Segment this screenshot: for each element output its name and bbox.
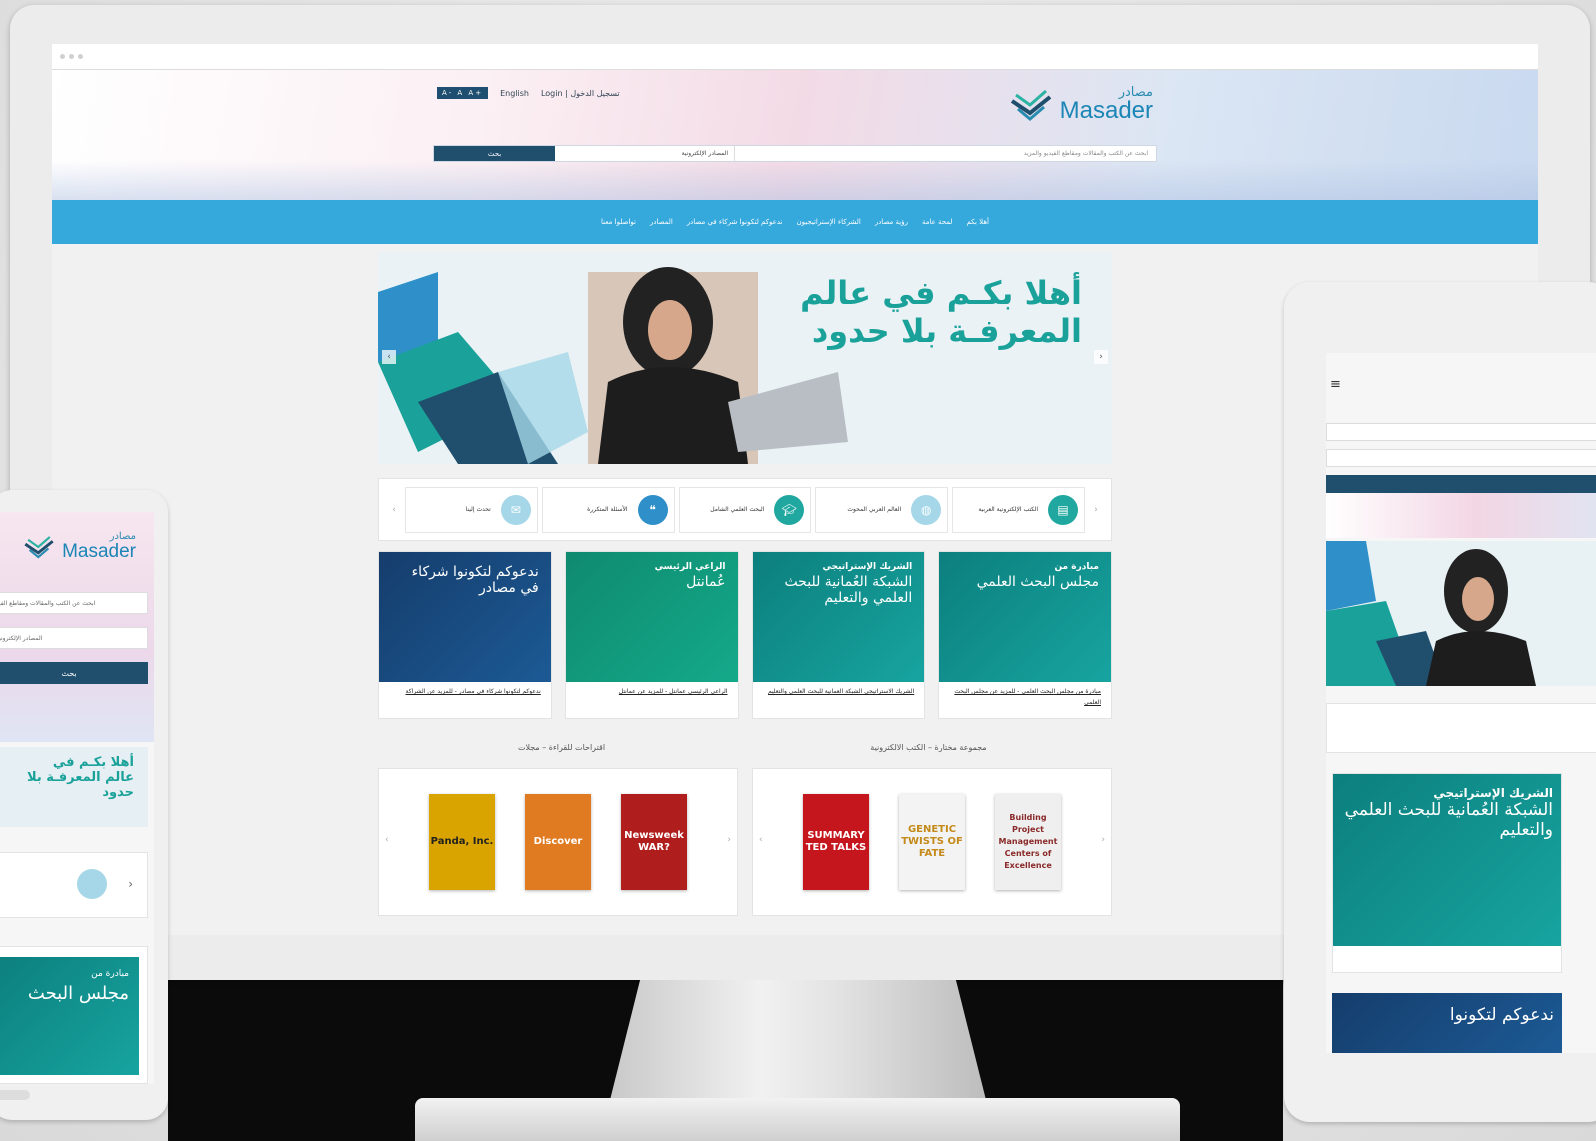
quicklink-ebooks[interactable]: الكتب الإلكترونية العربية ▤ (952, 486, 1085, 533)
phone-logo[interactable]: مصادر Masader (22, 532, 136, 561)
login-link[interactable]: Login | تسجيل الدخول (541, 89, 620, 98)
tablet-card-2[interactable]: ندعوكم لتكونوا (1332, 993, 1562, 1053)
chevron-right-icon[interactable]: › (727, 835, 731, 845)
nav-item-overview[interactable]: لمحة عامة (922, 218, 953, 226)
ebooks-section-title: مجموعة مختارة – الكتب الالكترونية (870, 743, 987, 752)
window-dot[interactable] (78, 54, 83, 59)
phone-device: مصادر Masader ابحث عن الكتب والمقالات وم… (0, 490, 168, 1120)
card-caption[interactable]: الشريك الاستراتيجي الشبكة العمانية للبحث… (753, 682, 925, 701)
magazine-cover[interactable]: Newsweek WAR? (621, 794, 687, 890)
hero-title: أهلا بكـم في عالم المعرفـة بلا حدود (800, 274, 1082, 350)
slider-prev-button[interactable]: ‹ (382, 350, 396, 364)
search-bar: بحث المصادر الإلكترونية ابحث عن الكتب وا… (433, 145, 1157, 162)
tablet-screen: ≡ الشريك الإستراتيجي الشبكة العُمانية لل… (1326, 353, 1596, 1053)
search-button[interactable]: بحث (434, 146, 555, 161)
main-content: أهلا بكـم في عالم المعرفـة بلا حدود ‹ › … (378, 252, 1112, 916)
chevron-left-icon[interactable]: ‹ (385, 835, 389, 845)
magazine-cover[interactable]: Discover (525, 794, 591, 890)
site-logo[interactable]: مصادر Masader (1008, 86, 1153, 123)
chevron-right-icon[interactable]: › (1101, 835, 1105, 845)
search-input[interactable]: ابحث عن الكتب والمقالات ومقاطع الفيديو و… (735, 146, 1156, 161)
window-dot[interactable] (69, 54, 74, 59)
phone-search-input[interactable]: ابحث عن الكتب والمقالات ومقاطع الفيديو (0, 592, 148, 614)
magazines-section-title: اقتراحات للقراءة – مجلات (517, 743, 606, 752)
logo-english: Masader (1059, 97, 1153, 124)
tablet-search-button[interactable] (1326, 475, 1596, 493)
chevron-right-icon[interactable]: › (128, 877, 133, 891)
browser-bar (52, 44, 1538, 70)
card-strategic-partner[interactable]: الشريك الإستراتيجي الشبكة العُمانية للبح… (751, 551, 926, 719)
monitor-base (415, 1098, 1180, 1141)
tablet-search-input[interactable] (1326, 423, 1596, 441)
phone-hero: أهلا بكـم في عالم المعرفـة بلا حدود (0, 747, 148, 827)
nav-item-contact[interactable]: تواصلوا معنا (601, 218, 636, 226)
section-titles: مجموعة مختارة – الكتب الالكترونية اقتراح… (378, 743, 1112, 752)
nav-item-invite[interactable]: ندعوكم لتكونوا شركاء في مصادر (687, 218, 783, 226)
quicklink-contact[interactable]: تحدث إلينا ✉ (405, 486, 538, 533)
quick-links: ‹ تحدث إلينا ✉ الأسئلة المتكررة ❝ البحث … (378, 478, 1112, 541)
slider-next-button[interactable]: › (1094, 350, 1108, 364)
quicklink-arab-world[interactable]: العالم العربي المحوث ◍ (815, 486, 949, 533)
phone-search-button[interactable]: بحث (0, 662, 148, 684)
feature-cards: ندعوكم لتكونوا شركاء في مصادر ندعوكم لتك… (378, 551, 1112, 719)
ebook-cover[interactable]: Building Project Management Centers of E… (995, 794, 1061, 890)
main-nav: أهلا بكم لمحة عامة رؤية مصادر الشركاء ال… (52, 200, 1538, 244)
tablet-select[interactable] (1326, 449, 1596, 467)
quicklink-faq[interactable]: الأسئلة المتكررة ❝ (541, 486, 675, 533)
book-logo-icon (24, 535, 54, 559)
graduation-cap-icon: 🎓︎ (774, 494, 805, 525)
home-indicator (0, 1090, 30, 1100)
chevron-right-icon[interactable]: › (1089, 505, 1103, 515)
card-invite[interactable]: ندعوكم لتكونوا شركاء في مصادر ندعوكم لتك… (378, 551, 552, 719)
hamburger-menu-icon[interactable]: ≡ (1330, 377, 1341, 392)
tablet-banner (1326, 493, 1596, 538)
card-omantel[interactable]: الراعي الرئيسي عُمانتل الراعي الرئيسي عم… (564, 551, 739, 719)
ebook-cover[interactable]: GENETIC TWISTS OF FATE (899, 794, 965, 890)
tablet-device: ≡ الشريك الإستراتيجي الشبكة العُمانية لل… (1284, 282, 1596, 1122)
nav-item-welcome[interactable]: أهلا بكم (966, 218, 989, 226)
top-links: A- A A+ English Login | تسجيل الدخول (437, 87, 620, 99)
quicklink-research[interactable]: البحث العلمي الشامل 🎓︎ (678, 486, 812, 533)
tablet-hero-image (1326, 541, 1536, 686)
nav-item-partners[interactable]: الشركاء الإستراتيجيون (796, 218, 860, 226)
tablet-hero (1326, 541, 1596, 686)
magazines-shelf: ‹ Panda, Inc. Discover Newsweek WAR? › (378, 768, 738, 916)
monitor-stand (610, 980, 986, 1100)
font-size-controls[interactable]: A- A A+ (437, 87, 489, 99)
chevron-left-icon[interactable]: ‹ (387, 505, 401, 515)
card-caption[interactable]: ندعوكم لتكونوا شركاء في مصادر - للمزيد ع… (379, 682, 551, 701)
hero-slider: أهلا بكـم في عالم المعرفـة بلا حدود ‹ › (378, 252, 1112, 464)
phone-screen: مصادر Masader ابحث عن الكتب والمقالات وم… (0, 512, 154, 1084)
site-header: A- A A+ English Login | تسجيل الدخول مصا… (52, 70, 1538, 200)
card-caption[interactable]: مبادرة من مجلس البحث العلمي - للمزيد عن … (939, 682, 1111, 712)
tablet-card[interactable]: الشريك الإستراتيجي الشبكة العُمانية للبح… (1332, 773, 1562, 973)
card-research-council[interactable]: مبادرة من مجلس البحث العلمي مبادرة من مج… (938, 551, 1112, 719)
magazine-cover[interactable]: Panda, Inc. (429, 794, 495, 890)
english-link[interactable]: English (500, 89, 529, 98)
speech-bubble-icon: ❝ (637, 494, 668, 525)
tablet-quick-links[interactable] (1326, 703, 1596, 753)
nav-item-sources[interactable]: المصادر (650, 218, 673, 226)
book-logo-icon (1010, 89, 1051, 121)
book-shelves: ‹ Panda, Inc. Discover Newsweek WAR? › ‹… (378, 768, 1112, 916)
globe-icon: ◍ (911, 494, 942, 525)
nav-item-vision[interactable]: رؤية مصادر (875, 218, 908, 226)
chat-icon: ✉ (500, 494, 531, 525)
phone-card[interactable]: مبادرة من مجلس البحث (0, 946, 148, 1084)
window-dot[interactable] (60, 54, 65, 59)
book-icon: ▤ (1047, 494, 1078, 525)
card-caption[interactable]: الراعي الرئيسي عمانتل - للمزيد عن عمانتل (566, 682, 738, 701)
source-select[interactable]: المصادر الإلكترونية (555, 146, 735, 161)
phone-quick-links[interactable]: › (0, 852, 148, 918)
chevron-left-icon[interactable]: ‹ (759, 835, 763, 845)
ebooks-shelf: ‹ SUMMARY TED TALKS GENETIC TWISTS OF FA… (752, 768, 1112, 916)
phone-select[interactable]: المصادر الإلكترونية ▾ (0, 627, 148, 649)
ebook-cover[interactable]: SUMMARY TED TALKS (803, 794, 869, 890)
chat-icon (77, 869, 107, 899)
